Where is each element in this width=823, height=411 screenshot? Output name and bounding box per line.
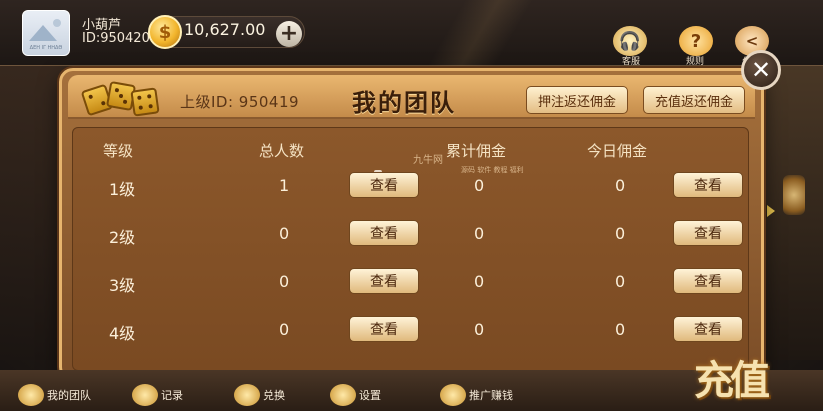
row-today: 0 [615, 272, 626, 291]
row-total: 0 [279, 320, 290, 339]
avatar-caption: ΔΕΗ ΙΓ ΗΗΔΘ [29, 45, 63, 51]
user-id: ID:950420 [82, 31, 150, 46]
view-commission-button[interactable]: 查看 [673, 172, 743, 198]
bet-rebate-button[interactable]: 押注返还佣金 [526, 86, 628, 114]
arrow-icon [767, 205, 775, 217]
row-level: 4级 [109, 324, 136, 343]
view-total-button[interactable]: 查看 [349, 220, 419, 246]
view-commission-button[interactable]: 查看 [673, 316, 743, 342]
nav-label: 推广赚钱 [469, 389, 513, 402]
row-cumulative: 0 [474, 224, 485, 243]
row-today: 0 [615, 320, 626, 339]
row-cumulative: 0 [474, 320, 485, 339]
superior-id: 上级ID: 950419 [180, 93, 300, 111]
team-icon [18, 384, 44, 406]
rules-icon[interactable]: ? [679, 26, 713, 56]
coins-icon [234, 384, 260, 406]
view-commission-button[interactable]: 查看 [673, 268, 743, 294]
nav-promote[interactable]: 推广赚钱 [440, 384, 513, 406]
mountain-icon [29, 25, 57, 41]
header-total: 总人数 [259, 142, 305, 160]
nav-label: 记录 [161, 389, 183, 402]
row-level: 1级 [109, 180, 136, 199]
coin-icon: $ [148, 15, 182, 49]
view-total-button[interactable]: 查看 [349, 172, 419, 198]
header-today: 今日佣金 [587, 142, 648, 160]
row-total: 0 [279, 272, 290, 291]
row-level: 3级 [109, 276, 136, 295]
header-cumulative: 累计佣金 [446, 142, 507, 160]
team-table: 等级 总人数 累计佣金 今日佣金 九牛网 源码 软件 教程 福利 1级 1 查看… [72, 127, 749, 371]
close-button[interactable]: ✕ [741, 50, 781, 90]
dice-icon [80, 80, 162, 117]
coin-balance: 10,627.00 [184, 20, 266, 39]
promote-icon [440, 384, 466, 406]
nav-records[interactable]: 记录 [132, 384, 183, 406]
my-team-dialog: 上级ID: 950419 我的团队 押注返还佣金 充值返还佣金 等级 总人数 累… [59, 68, 764, 381]
avatar[interactable]: ΔΕΗ ΙΓ ΗΗΔΘ [22, 10, 70, 56]
recharge-button[interactable]: 充值 [694, 348, 770, 406]
watermark-text: 九牛网 [413, 155, 443, 166]
top-bar: ΔΕΗ ΙΓ ΗΗΔΘ 小葫芦 ID:950420 $ 10,627.00 + … [0, 0, 823, 67]
dialog-title: 我的团队 [352, 89, 456, 117]
row-total: 1 [279, 176, 290, 195]
nav-label: 设置 [359, 389, 381, 402]
nav-label: 我的团队 [47, 389, 91, 402]
add-coins-button[interactable]: + [276, 21, 302, 47]
decoration-stripe [330, 0, 630, 66]
row-level: 2级 [109, 228, 136, 247]
row-cumulative: 0 [474, 272, 485, 291]
view-total-button[interactable]: 查看 [349, 268, 419, 294]
nav-settings[interactable]: 设置 [330, 384, 381, 406]
headset-icon[interactable]: 🎧 [613, 26, 647, 56]
watermark-subtext: 源码 软件 教程 福利 [461, 166, 524, 174]
row-today: 0 [615, 224, 626, 243]
header-level: 等级 [103, 142, 134, 160]
gear-icon [330, 384, 356, 406]
row-today: 0 [615, 176, 626, 195]
dialog-header: 上级ID: 950419 我的团队 押注返还佣金 充值返还佣金 [68, 75, 755, 119]
nav-my-team[interactable]: 我的团队 [18, 384, 91, 406]
rules-label: 规则 [686, 57, 705, 67]
lamp-decoration [783, 175, 805, 215]
view-total-button[interactable]: 查看 [349, 316, 419, 342]
row-total: 0 [279, 224, 290, 243]
nav-label: 兑换 [263, 389, 285, 402]
recharge-rebate-button[interactable]: 充值返还佣金 [643, 86, 745, 114]
row-cumulative: 0 [474, 176, 485, 195]
view-commission-button[interactable]: 查看 [673, 220, 743, 246]
nav-exchange[interactable]: 兑换 [234, 384, 285, 406]
customer-service-label: 客服 [622, 57, 641, 67]
trophy-icon [132, 384, 158, 406]
